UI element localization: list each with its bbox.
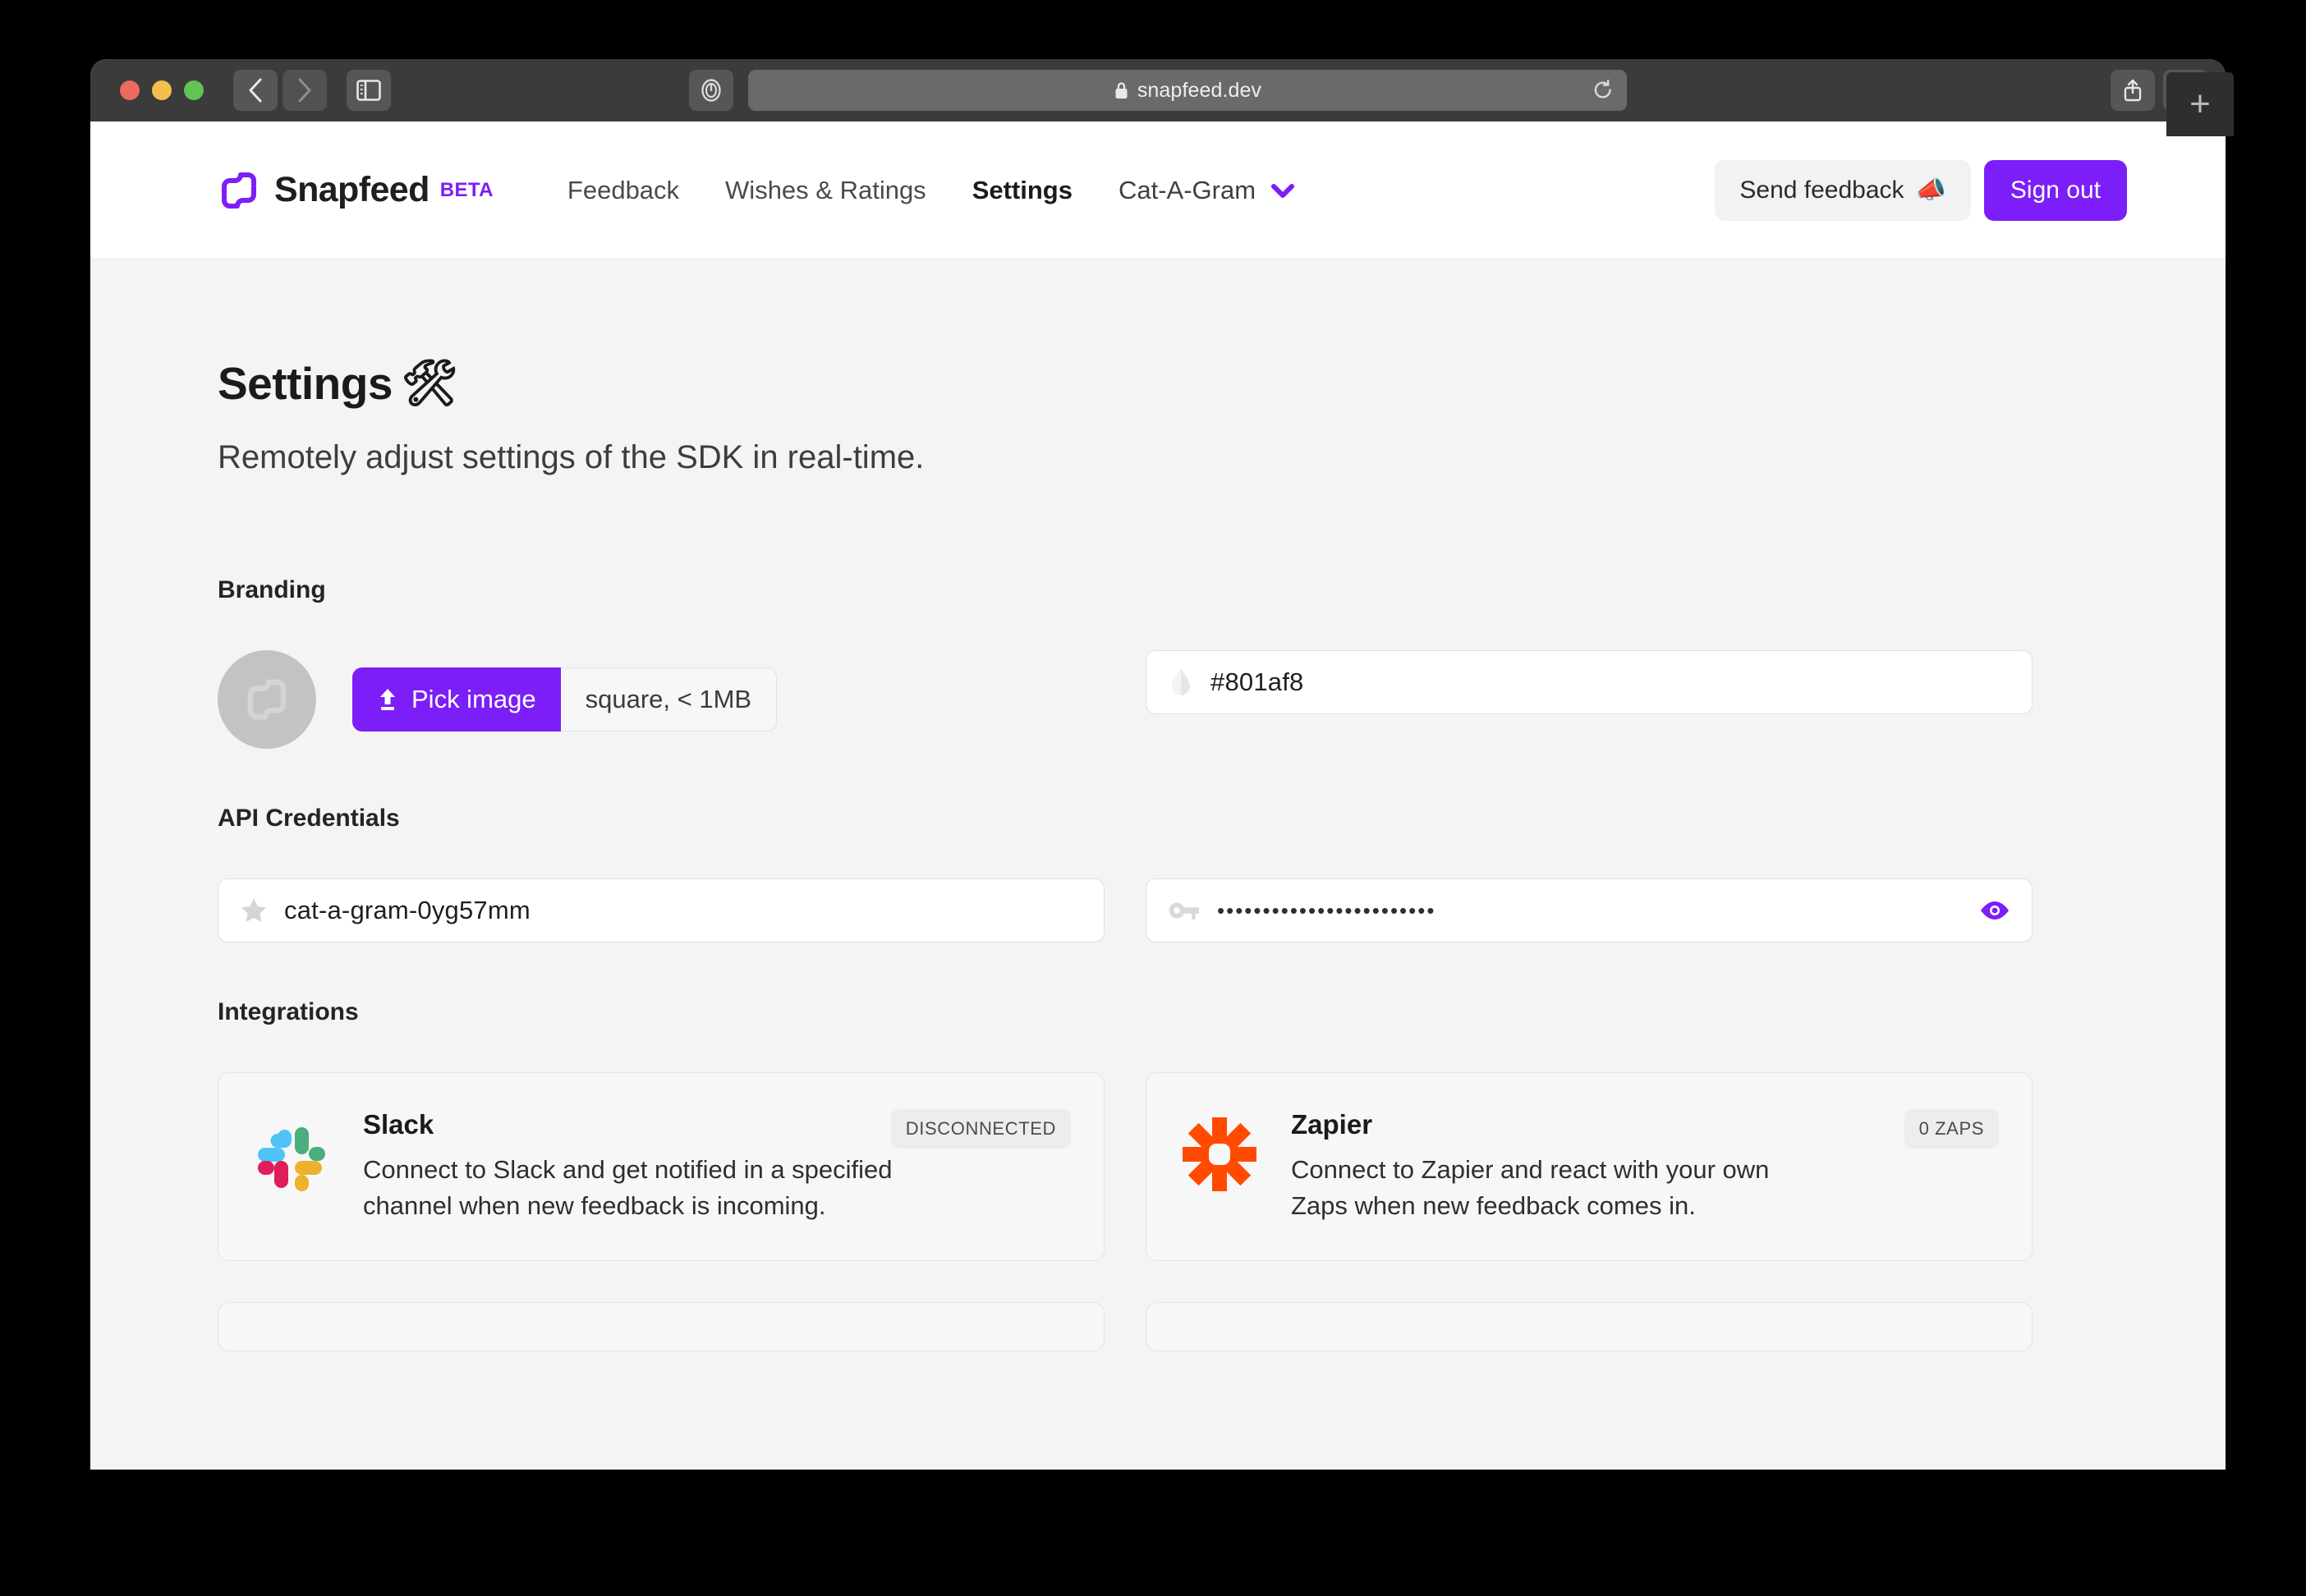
project-switcher-label: Cat-A-Gram: [1118, 175, 1256, 204]
pick-image-button[interactable]: Pick image: [352, 667, 561, 732]
page-title: Settings 🛠: [218, 356, 2127, 410]
back-button[interactable]: [233, 70, 278, 111]
api-credentials-section-label: API Credentials: [218, 805, 400, 832]
api-secret-field[interactable]: ••••••••••••••••••••••••: [1146, 878, 2033, 942]
slack-logo-icon: [251, 1109, 332, 1224]
shield-privacy-icon: [701, 79, 721, 102]
browser-url-area: snapfeed.dev: [90, 70, 2226, 111]
pick-image-label: Pick image: [411, 685, 536, 713]
branding-right-column: #801af8: [1146, 650, 2033, 714]
zapier-logo-icon: [1179, 1109, 1260, 1224]
zapier-status-badge: 0 ZAPS: [1904, 1109, 1999, 1149]
chevron-left-icon: [249, 78, 262, 103]
chevron-right-icon: [298, 78, 311, 103]
chevron-down-icon: [1271, 183, 1295, 198]
url-text: snapfeed.dev: [1137, 78, 1262, 102]
header-actions: Send feedback 📣 Sign out: [1715, 159, 2127, 221]
api-credentials-row: cat-a-gram-0yg57mm •••••••••••••••••••••…: [218, 878, 2127, 942]
integration-card-partial-left[interactable]: [218, 1302, 1105, 1352]
zapier-card-description: Connect to Zapier and react with your ow…: [1291, 1155, 1770, 1221]
browser-window: snapfeed.dev Snapfeed BETA Feedback Wish…: [90, 59, 2226, 1470]
integration-card-partial-right[interactable]: [1146, 1302, 2033, 1352]
reveal-password-button[interactable]: [1979, 899, 2010, 922]
tools-emoji-icon: 🛠: [400, 357, 458, 408]
send-feedback-label: Send feedback: [1739, 176, 1904, 204]
brand-logo-group[interactable]: Snapfeed BETA: [218, 169, 494, 212]
droplet-icon: [1168, 667, 1194, 698]
eye-icon: [1981, 901, 2009, 920]
project-key-field[interactable]: cat-a-gram-0yg57mm: [218, 878, 1105, 942]
app-header: Snapfeed BETA Feedback Wishes & Ratings …: [90, 122, 2226, 259]
browser-nav-group: [233, 70, 327, 111]
api-credentials-section: API Credentials cat-a-gram-0yg57mm •••••…: [218, 805, 2127, 942]
integrations-section: Integrations Slack Connect to Slack and …: [218, 998, 2127, 1352]
lock-icon: [1115, 82, 1128, 99]
brand-color-field[interactable]: #801af8: [1146, 650, 2033, 714]
upload-icon: [380, 689, 395, 710]
branding-left-column: Pick image square, < 1MB: [218, 650, 1105, 749]
browser-titlebar: snapfeed.dev: [90, 59, 2226, 122]
integration-card-slack[interactable]: Slack Connect to Slack and get notified …: [218, 1072, 1105, 1262]
privacy-report-button[interactable]: [689, 70, 733, 111]
project-switcher[interactable]: Cat-A-Gram: [1096, 176, 1318, 205]
nav-item-wishes-ratings[interactable]: Wishes & Ratings: [702, 176, 949, 205]
branding-controls: Pick image square, < 1MB: [218, 650, 1105, 749]
api-secret-column: ••••••••••••••••••••••••: [1146, 878, 2033, 942]
page-subtitle: Remotely adjust settings of the SDK in r…: [218, 439, 925, 475]
pick-image-group: Pick image square, < 1MB: [352, 667, 778, 732]
beta-badge: BETA: [439, 178, 494, 201]
slack-card-title: Slack: [363, 1109, 434, 1140]
brand-color-value: #801af8: [1210, 667, 1304, 696]
close-window-button[interactable]: [120, 80, 140, 100]
reload-icon: [1594, 80, 1611, 99]
snapfeed-logo-icon: [222, 172, 256, 209]
page-title-text: Settings: [218, 357, 393, 409]
nav-item-feedback[interactable]: Feedback: [544, 176, 702, 205]
branding-row: Pick image square, < 1MB #801af8: [218, 650, 2127, 749]
logo-avatar[interactable]: [218, 650, 316, 749]
integrations-card-grid: Slack Connect to Slack and get notified …: [218, 1072, 2127, 1352]
main-navigation: Feedback Wishes & Ratings Settings Cat-A…: [544, 176, 1318, 205]
star-icon: [240, 897, 268, 924]
maximize-window-button[interactable]: [184, 80, 204, 100]
share-icon: [2124, 79, 2142, 102]
sidebar-toggle-button[interactable]: [347, 70, 391, 111]
settings-page-body: Settings 🛠 Remotely adjust settings of t…: [90, 259, 2226, 1470]
megaphone-icon: 📣: [1915, 177, 1946, 204]
slack-status-badge: DISCONNECTED: [890, 1109, 1071, 1149]
branding-section-label: Branding: [218, 576, 326, 603]
integrations-section-label: Integrations: [218, 998, 359, 1025]
share-button[interactable]: [2111, 70, 2155, 111]
sign-out-button[interactable]: Sign out: [1983, 159, 2127, 221]
sign-out-label: Sign out: [2010, 176, 2101, 204]
sidebar-toggle-icon: [356, 80, 381, 101]
window-traffic-lights: [120, 80, 204, 100]
api-key-column: cat-a-gram-0yg57mm: [218, 878, 1105, 942]
reload-button[interactable]: [1592, 78, 1614, 103]
api-secret-value: ••••••••••••••••••••••••: [1217, 897, 1436, 923]
zapier-card-body: Zapier Connect to Zapier and react with …: [1291, 1109, 1999, 1224]
key-icon: [1168, 899, 1201, 922]
branding-section: Branding Pick image square, < 1MB #801af…: [218, 576, 2127, 749]
send-feedback-button[interactable]: Send feedback 📣: [1715, 159, 1971, 221]
integration-card-zapier[interactable]: Zapier Connect to Zapier and react with …: [1146, 1072, 2033, 1262]
url-bar[interactable]: snapfeed.dev: [748, 70, 1627, 111]
forward-button[interactable]: [283, 70, 327, 111]
snapfeed-logo-placeholder-icon: [247, 679, 287, 720]
new-tab-label: +: [2189, 84, 2211, 124]
image-requirements-hint: square, < 1MB: [560, 667, 778, 732]
zapier-card-title: Zapier: [1291, 1109, 1373, 1140]
slack-card-description: Connect to Slack and get notified in a s…: [363, 1155, 893, 1221]
project-key-value: cat-a-gram-0yg57mm: [284, 896, 531, 924]
brand-name: Snapfeed: [274, 170, 430, 209]
new-tab-button[interactable]: +: [2166, 72, 2234, 136]
nav-item-settings[interactable]: Settings: [949, 176, 1096, 205]
minimize-window-button[interactable]: [152, 80, 172, 100]
